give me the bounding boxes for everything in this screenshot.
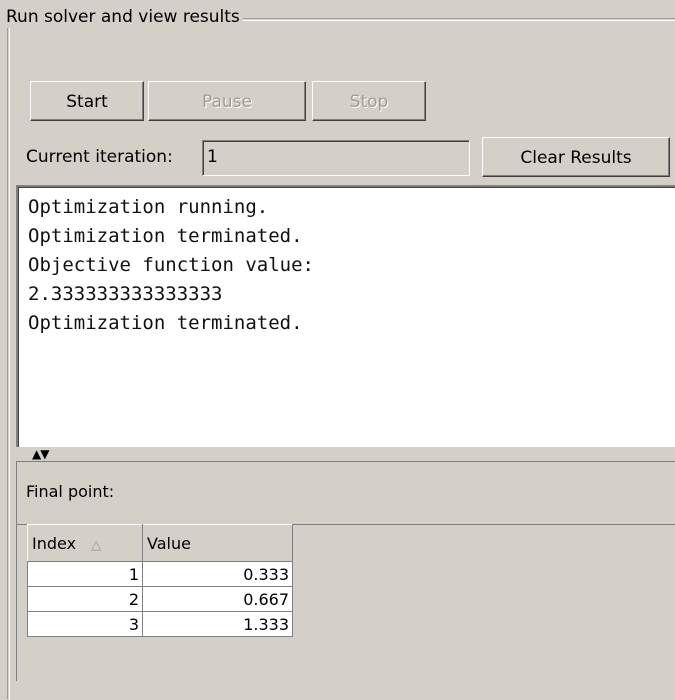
- start-button[interactable]: Start: [30, 81, 144, 121]
- final-point-label: Final point:: [26, 482, 115, 501]
- table-row[interactable]: 2 0.667: [27, 586, 293, 612]
- split-arrows-icon[interactable]: ▲▼: [32, 448, 49, 460]
- stop-button[interactable]: Stop: [312, 81, 426, 121]
- table-row[interactable]: 3 1.333: [27, 611, 293, 637]
- console-line: Optimization terminated.: [28, 225, 303, 247]
- index-cell: 1: [27, 561, 143, 587]
- console-line: Optimization running.: [28, 196, 269, 218]
- final-point-panel: Final point: Index △ Value 1 0.333 2 0.6…: [16, 461, 675, 681]
- final-point-table: Index △ Value 1 0.333 2 0.667 3 1.333: [27, 524, 293, 637]
- value-cell: 0.333: [142, 561, 293, 587]
- final-point-header: Final point:: [17, 462, 675, 525]
- console-line: Objective function value:: [28, 254, 314, 276]
- value-header-label: Value: [147, 533, 191, 553]
- sort-ascending-icon: △: [91, 537, 102, 553]
- group-title: Run solver and view results: [4, 6, 243, 28]
- column-header-index[interactable]: Index △: [27, 524, 143, 562]
- index-cell: 3: [27, 611, 143, 637]
- index-cell: 2: [27, 586, 143, 612]
- table-row[interactable]: 1 0.333: [27, 561, 293, 587]
- console-line: 2.333333333333333: [28, 283, 223, 305]
- value-cell: 0.667: [142, 586, 293, 612]
- clear-results-button[interactable]: Clear Results: [482, 137, 670, 177]
- current-iteration-field[interactable]: 1: [202, 140, 470, 176]
- pause-button[interactable]: Pause: [148, 81, 306, 121]
- value-cell: 1.333: [142, 611, 293, 637]
- results-console[interactable]: Optimization running. Optimization termi…: [16, 185, 675, 447]
- index-header-label: Index: [32, 533, 77, 553]
- panel-splitter[interactable]: ▲▼: [16, 447, 675, 461]
- console-line: Optimization terminated.: [28, 312, 303, 334]
- column-header-value[interactable]: Value: [142, 524, 293, 562]
- current-iteration-label: Current iteration:: [26, 147, 173, 167]
